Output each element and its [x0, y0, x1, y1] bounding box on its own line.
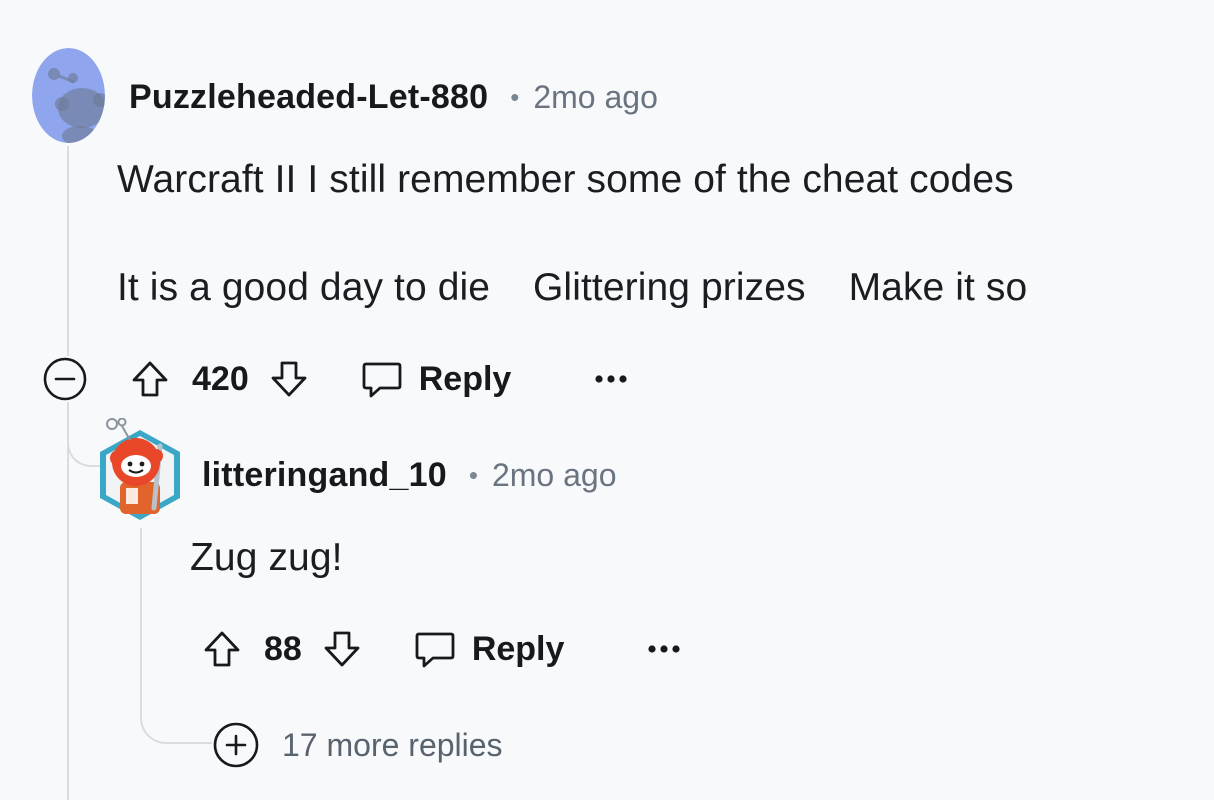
more-options-button[interactable] [644, 629, 684, 669]
thread-line-main[interactable] [67, 146, 69, 356]
comment-thread: Puzzleheaded-Let-880 • 2mo ago Warcraft … [0, 0, 1214, 800]
comment-meta: Puzzleheaded-Let-880 • 2mo ago [129, 76, 658, 118]
comment-score: 420 [192, 359, 249, 398]
thread-line-reply[interactable] [140, 528, 142, 698]
meta-separator: • [510, 81, 520, 112]
thread-line-main-lower[interactable] [67, 402, 69, 800]
plus-circle-icon [213, 722, 259, 768]
comment-body-segment: Glittering prizes [533, 266, 806, 309]
upvote-button[interactable] [128, 357, 172, 401]
comment-actions: 420 Reply [42, 354, 631, 404]
reply-score: 88 [264, 629, 302, 668]
more-replies-label: 17 more replies [282, 726, 503, 763]
comment-body-segment: It is a good day to die [117, 266, 491, 309]
comment-body-line-2: It is a good day to die Glittering prize… [117, 266, 1027, 310]
downvote-arrow-icon [271, 361, 307, 397]
comment-username[interactable]: Puzzleheaded-Let-880 [129, 78, 488, 117]
ellipsis-icon [648, 645, 681, 653]
comment-body-line-1: Warcraft II I still remember some of the… [117, 158, 1014, 201]
reply-username[interactable]: litteringand_10 [202, 456, 447, 495]
ellipsis-icon [595, 375, 627, 383]
minus-circle-icon [43, 357, 87, 401]
reply-timestamp[interactable]: 2mo ago [492, 457, 617, 494]
thread-connector-more-replies [140, 690, 212, 744]
reply-label: Reply [471, 629, 565, 668]
comment-body-segment: Make it so [848, 266, 1028, 309]
reply-body: Zug zug! [190, 536, 343, 579]
more-replies-button[interactable]: 17 more replies [212, 720, 503, 770]
reply-actions: 88 Reply [200, 624, 684, 674]
downvote-button[interactable] [320, 627, 364, 671]
speech-bubble-icon [415, 632, 455, 668]
snoo-avatar-icon[interactable] [32, 48, 105, 143]
reply-button[interactable]: Reply [412, 626, 565, 672]
meta-separator: • [468, 459, 478, 490]
speech-bubble-icon [362, 362, 402, 398]
robot-snoo-avatar-icon[interactable] [96, 418, 184, 522]
upvote-arrow-icon [204, 631, 240, 667]
reply-meta: litteringand_10 • 2mo ago [202, 454, 616, 496]
collapse-thread-button[interactable] [42, 356, 88, 402]
more-options-button[interactable] [591, 359, 631, 399]
upvote-button[interactable] [200, 627, 244, 671]
downvote-arrow-icon [324, 631, 360, 667]
reply-button[interactable]: Reply [359, 356, 512, 402]
downvote-button[interactable] [267, 357, 311, 401]
comment-timestamp[interactable]: 2mo ago [533, 79, 658, 116]
reply-label: Reply [418, 359, 512, 398]
upvote-arrow-icon [132, 361, 168, 397]
